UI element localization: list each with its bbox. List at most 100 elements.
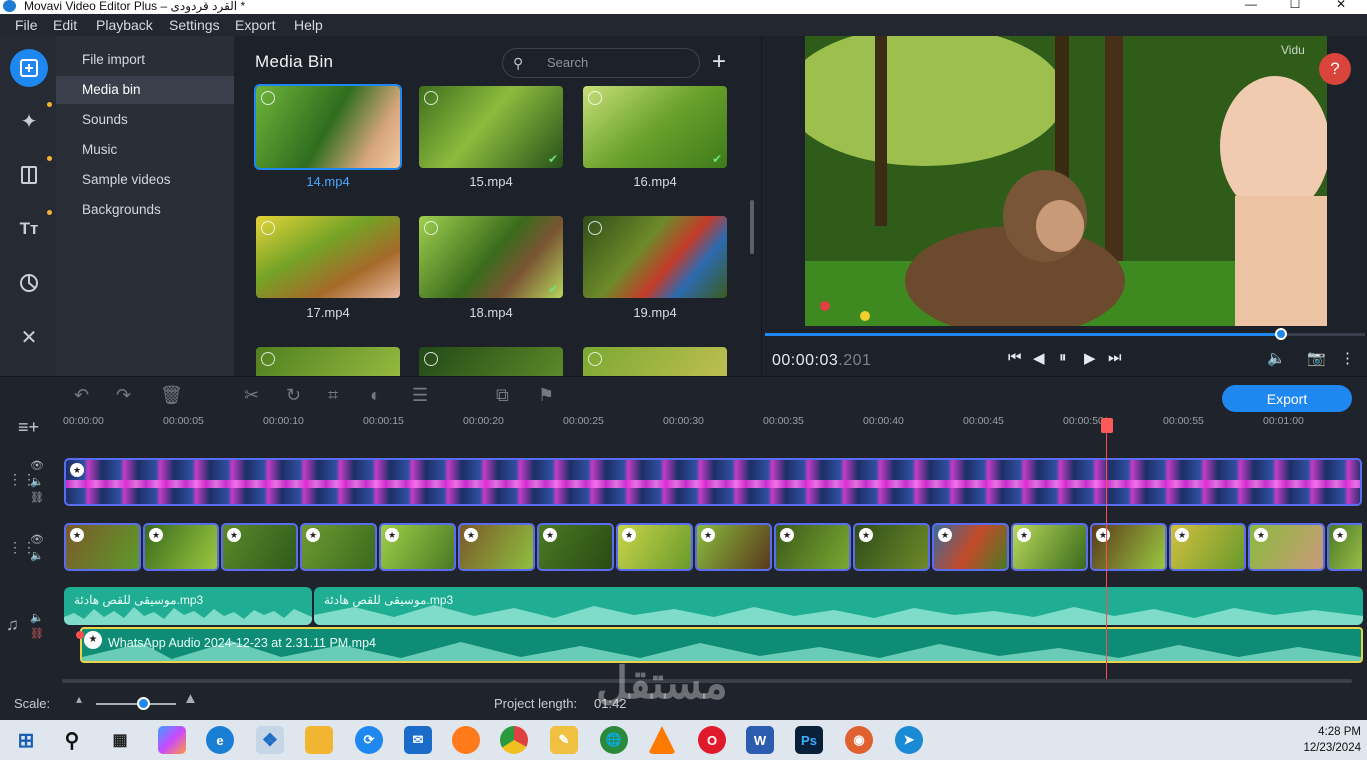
- video-clip[interactable]: ★: [537, 523, 614, 571]
- export-button[interactable]: Export: [1222, 385, 1352, 412]
- preview-video-frame[interactable]: Vidu: [805, 36, 1327, 326]
- skip-to-end-icon[interactable]: ⏭: [1108, 349, 1122, 366]
- transitions-tool-button[interactable]: [10, 156, 52, 194]
- sync-app-icon[interactable]: ⟳: [355, 726, 383, 754]
- delete-icon[interactable]: 🗑: [160, 385, 183, 406]
- maximize-button[interactable]: ☐: [1272, 0, 1318, 14]
- search-input[interactable]: [547, 55, 687, 70]
- menu-export[interactable]: Export: [235, 17, 275, 33]
- video-clip[interactable]: ★: [1248, 523, 1325, 571]
- link-icon[interactable]: ⛓: [30, 491, 44, 504]
- video-clip[interactable]: ★: [300, 523, 377, 571]
- minimize-button[interactable]: —: [1228, 0, 1274, 14]
- media-thumbnail-16[interactable]: ✔: [583, 86, 727, 168]
- titles-tool-button[interactable]: Tт: [10, 210, 52, 248]
- opera-icon[interactable]: O: [698, 726, 726, 754]
- video-clip[interactable]: ★: [221, 523, 298, 571]
- movavi-app-icon[interactable]: ❖: [256, 726, 284, 754]
- pencil-app-icon[interactable]: ✎: [550, 726, 578, 754]
- cut-icon[interactable]: ✂: [244, 385, 259, 406]
- close-button[interactable]: ✕: [1318, 0, 1364, 14]
- media-thumbnail-17[interactable]: [256, 216, 400, 298]
- category-file-import[interactable]: File import: [56, 46, 234, 74]
- windows-start-icon[interactable]: ⊞: [12, 726, 40, 754]
- search-icon[interactable]: ⚲: [58, 726, 86, 754]
- preview-progress-bar[interactable]: [765, 328, 1365, 340]
- more-tools-button[interactable]: ✕: [10, 318, 48, 356]
- audio-clip[interactable]: موسيقى للقص هادئة.mp3: [64, 587, 312, 625]
- timeline-ruler[interactable]: 00:00:00 00:00:05 00:00:10 00:00:15 00:0…: [56, 415, 1367, 443]
- video-clip[interactable]: ★: [458, 523, 535, 571]
- menu-help[interactable]: Help: [294, 17, 323, 33]
- video-clip[interactable]: ★: [379, 523, 456, 571]
- video-clip[interactable]: ★: [932, 523, 1009, 571]
- video-clip[interactable]: ★: [853, 523, 930, 571]
- media-thumbnail-18[interactable]: ✔: [419, 216, 563, 298]
- playhead-line[interactable]: [1106, 417, 1107, 679]
- file-explorer-icon[interactable]: [305, 726, 333, 754]
- menu-playback[interactable]: Playback: [96, 17, 153, 33]
- audio-clip[interactable]: موسيقى للقص هادئة.mp3: [314, 587, 1363, 625]
- recorder-app-icon[interactable]: ◉: [845, 726, 873, 754]
- globe-app-icon[interactable]: 🌐: [600, 726, 628, 754]
- pause-icon[interactable]: ⏸: [1059, 349, 1067, 366]
- menu-edit[interactable]: Edit: [53, 17, 77, 33]
- category-music[interactable]: Music: [56, 136, 234, 164]
- previous-frame-icon[interactable]: ◀: [1033, 349, 1045, 367]
- mute-icon[interactable]: 🔈: [30, 549, 44, 562]
- media-bin-scrollbar[interactable]: [750, 200, 754, 254]
- system-clock[interactable]: 4:28 PM 12/23/2024: [1303, 724, 1361, 756]
- media-thumbnail-14[interactable]: [254, 84, 402, 170]
- telegram-icon[interactable]: ➤: [895, 726, 923, 754]
- zoom-out-icon[interactable]: ▴: [76, 692, 82, 706]
- skip-to-start-icon[interactable]: ⏮: [1008, 349, 1022, 366]
- snapshot-icon[interactable]: 📷: [1307, 349, 1326, 367]
- link-icon[interactable]: ⛓: [30, 627, 44, 640]
- video-clip[interactable]: ★: [1090, 523, 1167, 571]
- task-view-icon[interactable]: ▦: [106, 726, 134, 754]
- video-clip[interactable]: ★: [695, 523, 772, 571]
- category-sounds[interactable]: Sounds: [56, 106, 234, 134]
- media-thumbnail-15[interactable]: ✔: [419, 86, 563, 168]
- chrome-icon[interactable]: [500, 726, 528, 754]
- video-clip[interactable]: ★: [1011, 523, 1088, 571]
- video-clip[interactable]: ★: [774, 523, 851, 571]
- edge-browser-icon[interactable]: e: [206, 726, 234, 754]
- category-sample-videos[interactable]: Sample videos: [56, 166, 234, 194]
- undo-icon[interactable]: ↶: [74, 385, 89, 406]
- video-clip[interactable]: ★: [64, 523, 141, 571]
- search-box[interactable]: ⚲: [502, 48, 700, 78]
- video-clip[interactable]: ★: [1327, 523, 1362, 571]
- video-clip[interactable]: ★: [616, 523, 693, 571]
- redo-icon[interactable]: ↷: [116, 385, 131, 406]
- media-thumbnail[interactable]: [419, 347, 563, 376]
- media-thumbnail[interactable]: [583, 347, 727, 376]
- mute-icon[interactable]: 🔈: [30, 611, 44, 624]
- next-frame-icon[interactable]: ▶: [1084, 349, 1096, 367]
- audio-keyframe-dot[interactable]: [76, 631, 84, 639]
- playhead-handle[interactable]: [1101, 418, 1113, 433]
- mute-icon[interactable]: 🔈: [30, 475, 44, 488]
- media-thumbnail-19[interactable]: [583, 216, 727, 298]
- clip-properties-icon[interactable]: ☰: [412, 385, 428, 406]
- category-backgrounds[interactable]: Backgrounds: [56, 196, 234, 224]
- overlay-icon[interactable]: ⧉: [496, 385, 509, 406]
- scale-slider-track[interactable]: [96, 703, 176, 705]
- add-media-button[interactable]: +: [712, 48, 726, 76]
- stickers-tool-button[interactable]: [10, 264, 48, 302]
- volume-icon[interactable]: 🔈: [1267, 349, 1286, 367]
- firefox-icon[interactable]: [452, 726, 480, 754]
- zoom-in-icon[interactable]: ▲: [183, 690, 198, 707]
- add-track-icon[interactable]: ≡+: [18, 417, 39, 438]
- word-icon[interactable]: W: [746, 726, 774, 754]
- help-button[interactable]: ?: [1319, 53, 1351, 85]
- mail-icon[interactable]: ✉: [404, 726, 432, 754]
- photoshop-icon[interactable]: Ps: [795, 726, 823, 754]
- vlc-icon[interactable]: [648, 726, 676, 754]
- marker-flag-icon[interactable]: ⚑: [538, 385, 554, 406]
- more-options-icon[interactable]: ⋮: [1340, 349, 1355, 367]
- crop-icon[interactable]: ⌗: [328, 385, 338, 406]
- preview-progress-knob[interactable]: [1275, 328, 1287, 340]
- copilot-icon[interactable]: [158, 726, 186, 754]
- video-clip[interactable]: ★: [143, 523, 219, 571]
